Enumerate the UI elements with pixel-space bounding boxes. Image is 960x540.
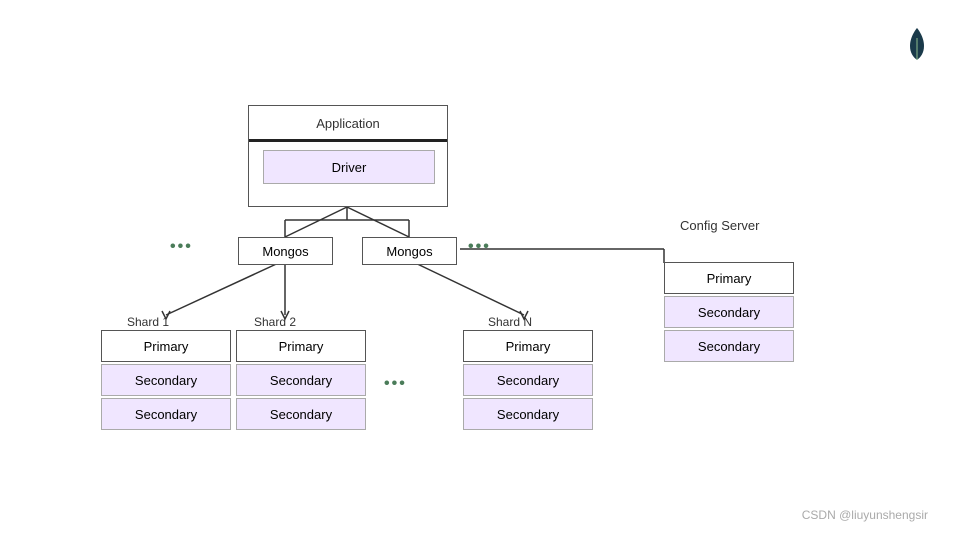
shard1-secondary2: Secondary: [101, 398, 231, 430]
shard2-label: Shard 2: [254, 315, 296, 329]
config-secondary1: Secondary: [664, 296, 794, 328]
mongos1-box: Mongos: [238, 237, 333, 265]
watermark: CSDN @liuyunshengsir: [802, 508, 928, 522]
config-primary: Primary: [664, 262, 794, 294]
driver-box: Driver: [263, 150, 435, 184]
shardN-primary: Primary: [463, 330, 593, 362]
left-dots: •••: [170, 238, 193, 256]
application-container: Application Driver: [248, 105, 448, 207]
config-secondary2: Secondary: [664, 330, 794, 362]
shard2-primary: Primary: [236, 330, 366, 362]
shardN-secondary1: Secondary: [463, 364, 593, 396]
right-dots: •••: [468, 238, 491, 256]
shard2-secondary2: Secondary: [236, 398, 366, 430]
shard1-secondary1: Secondary: [101, 364, 231, 396]
shard2-secondary1: Secondary: [236, 364, 366, 396]
mongos2-box: Mongos: [362, 237, 457, 265]
config-server-label: Config Server: [680, 218, 759, 233]
application-label: Application: [249, 106, 447, 131]
connector-lines: [0, 0, 960, 540]
shard1-primary: Primary: [101, 330, 231, 362]
diagram: Application Driver Mongos Mongos ••• •••…: [0, 0, 960, 540]
shard1-label: Shard 1: [127, 315, 169, 329]
mongodb-leaf-icon: [906, 28, 928, 58]
shardN-label: Shard N: [488, 315, 532, 329]
shard-middle-dots: •••: [384, 375, 407, 393]
shardN-secondary2: Secondary: [463, 398, 593, 430]
app-separator: [249, 139, 447, 142]
